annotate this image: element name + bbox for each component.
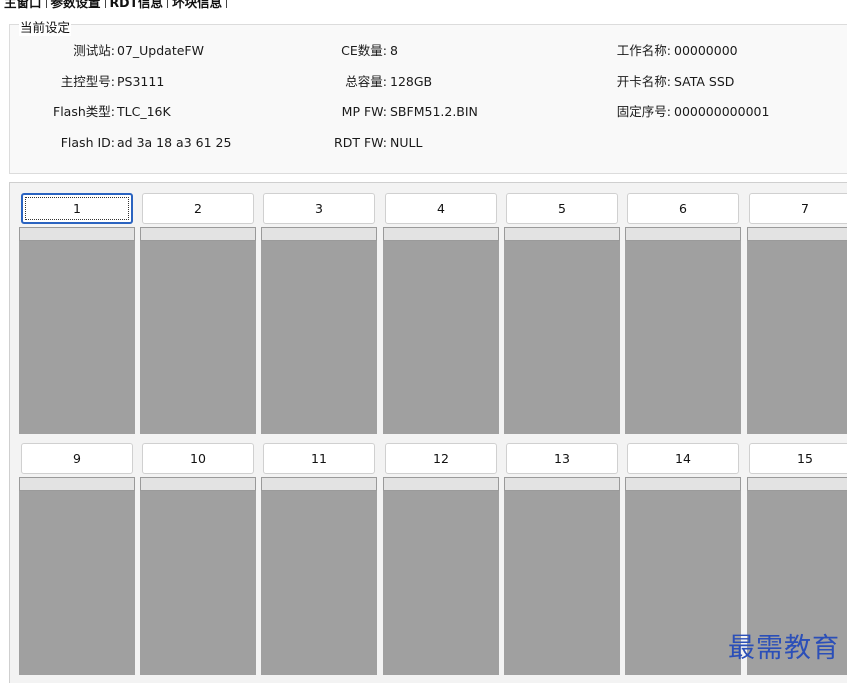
card-name-label: 开卡名称:: [616, 74, 671, 89]
slot-button-12[interactable]: 12: [385, 443, 497, 474]
fixed-serial-label-wrap: 固定序号:: [560, 104, 671, 120]
slot-button-6[interactable]: 6: [627, 193, 739, 224]
controller-value: PS3111: [117, 74, 165, 89]
tab-parameter-settings[interactable]: 参数设置: [47, 0, 105, 11]
controller-label: 主控型号:: [60, 74, 115, 89]
capacity-label: 总容量:: [345, 74, 387, 89]
rdt-fw-value: NULL: [390, 135, 423, 150]
slot-status-strip: [747, 227, 847, 241]
slot-status-strip: [383, 477, 499, 491]
slot-panel: [19, 241, 135, 434]
slot-panel: [140, 241, 256, 434]
slot-button-13[interactable]: 13: [506, 443, 618, 474]
flash-type-label-wrap: Flash类型:: [0, 104, 115, 120]
fixed-serial-value: 000000000001: [674, 104, 770, 119]
slot-panel: [747, 241, 847, 434]
capacity-value: 128GB: [390, 74, 433, 89]
job-name-label: 工作名称:: [616, 43, 671, 58]
slot-button-3[interactable]: 3: [263, 193, 375, 224]
slot-button-14[interactable]: 14: [627, 443, 739, 474]
fixed-serial-label: 固定序号:: [616, 104, 671, 119]
mp-fw-value: SBFM51.2.BIN: [390, 104, 478, 119]
job-name-value: 00000000: [674, 43, 738, 58]
slot-status-strip: [19, 477, 135, 491]
flash-type-value: TLC_16K: [117, 104, 171, 119]
slot-button-9[interactable]: 9: [21, 443, 133, 474]
test-station-label-wrap: 测试站:: [0, 43, 115, 59]
current-settings-title: 当前设定: [19, 17, 72, 36]
slot-panel: [504, 241, 620, 434]
slot-status-strip: [140, 227, 256, 241]
mp-fw-label-wrap: MP FW:: [200, 104, 387, 120]
slot-status-strip: [261, 477, 377, 491]
slot-panel: [383, 241, 499, 434]
controller-label-wrap: 主控型号:: [0, 74, 115, 90]
slot-button-2[interactable]: 2: [142, 193, 254, 224]
card-name-label-wrap: 开卡名称:: [560, 74, 671, 90]
rdt-fw-label-wrap: RDT FW:: [200, 135, 387, 151]
slot-status-strip: [504, 477, 620, 491]
mp-fw-label: MP FW:: [341, 104, 387, 119]
slot-status-strip: [625, 477, 741, 491]
job-name-label-wrap: 工作名称:: [560, 43, 671, 59]
slot-panel: [19, 491, 135, 675]
ce-count-label-wrap: CE数量:: [200, 43, 387, 59]
slot-panel: [383, 491, 499, 675]
slot-button-4[interactable]: 4: [385, 193, 497, 224]
slot-status-strip: [19, 227, 135, 241]
tab-main-window[interactable]: 主窗口: [0, 0, 46, 11]
ce-count-value: 8: [390, 43, 398, 58]
rdt-fw-label: RDT FW:: [334, 135, 387, 150]
tab-rdt-info[interactable]: RDT信息: [106, 0, 168, 11]
slot-status-strip: [504, 227, 620, 241]
tab-bar: 主窗口 参数设置 RDT信息 坏块信息: [0, 0, 228, 11]
slot-button-5[interactable]: 5: [506, 193, 618, 224]
test-station-value: 07_UpdateFW: [117, 43, 204, 58]
slot-button-11[interactable]: 11: [263, 443, 375, 474]
slot-panel: [625, 491, 741, 675]
slot-status-strip: [383, 227, 499, 241]
test-station-label: 测试站:: [73, 43, 115, 58]
slot-panel: [261, 491, 377, 675]
slot-button-7[interactable]: 7: [749, 193, 847, 224]
flash-id-label-wrap: Flash ID:: [0, 135, 115, 151]
slot-button-10[interactable]: 10: [142, 443, 254, 474]
flash-type-label: Flash类型:: [53, 104, 115, 119]
slot-panel: [625, 241, 741, 434]
ce-count-label: CE数量:: [341, 43, 387, 58]
slot-panel: [140, 491, 256, 675]
watermark-text: 最需教育: [728, 633, 840, 664]
tab-bad-block-info[interactable]: 坏块信息: [168, 0, 226, 11]
slot-button-1[interactable]: 1: [21, 193, 133, 224]
slot-panel: [261, 241, 377, 434]
tab-separator: [226, 0, 228, 8]
slot-button-15[interactable]: 15: [749, 443, 847, 474]
slot-status-strip: [625, 227, 741, 241]
slot-status-strip: [261, 227, 377, 241]
flash-id-label: Flash ID:: [60, 135, 115, 150]
capacity-label-wrap: 总容量:: [200, 74, 387, 90]
card-name-value: SATA SSD: [674, 74, 735, 89]
slot-status-strip: [140, 477, 256, 491]
slot-panel: [504, 491, 620, 675]
slot-status-strip: [747, 477, 847, 491]
